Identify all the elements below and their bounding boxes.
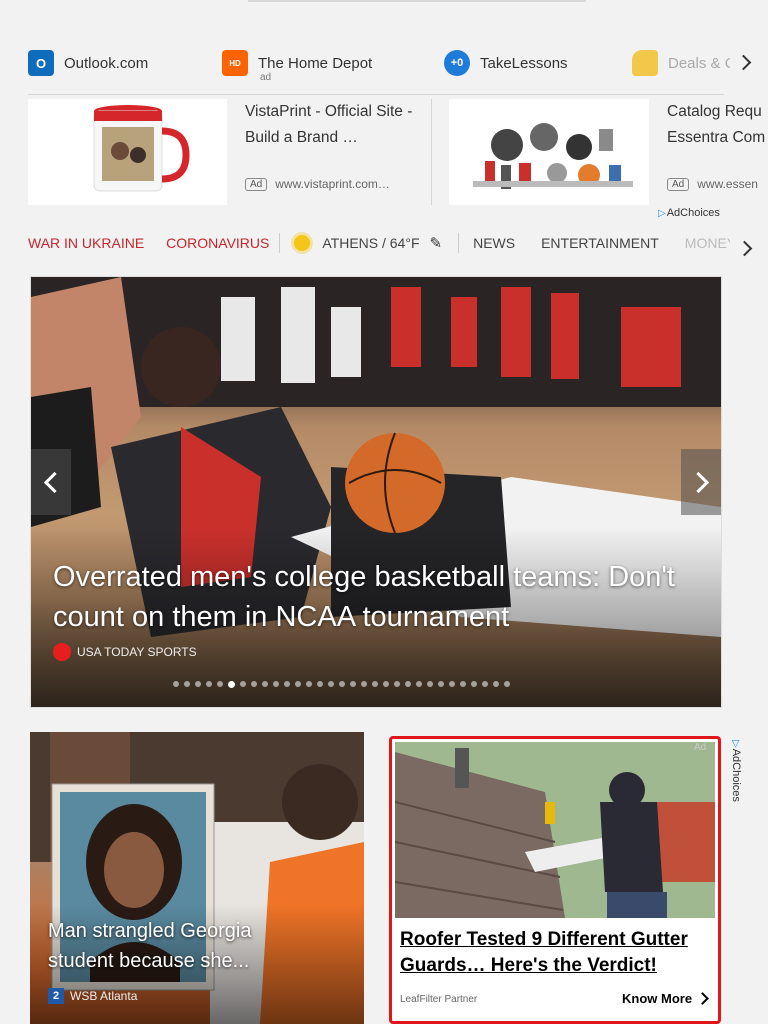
ad-url: www.vistaprint.com… — [275, 177, 390, 191]
hero-title[interactable]: Overrated men's college basketball teams… — [53, 557, 693, 637]
adchoices-icon: ▷ — [658, 207, 666, 219]
carousel-dot[interactable] — [493, 681, 499, 687]
nav-war-in-ukraine[interactable]: WAR IN UKRAINE — [28, 235, 144, 251]
quick-link-label: Deals & C — [668, 54, 736, 72]
ad-title-vistaprint[interactable]: VistaPrint - Official Site - Build a Bra… — [245, 99, 417, 151]
adchoices-icon: ▷ — [730, 740, 742, 748]
carousel-dot[interactable] — [173, 681, 179, 687]
carousel-dot[interactable] — [251, 681, 257, 687]
carousel-next-button[interactable] — [681, 449, 721, 515]
carousel-dot[interactable] — [361, 681, 367, 687]
nav-news[interactable]: NEWS — [473, 235, 515, 251]
carousel-dot[interactable] — [504, 681, 510, 687]
sponsored-card-image — [395, 742, 715, 918]
carousel-dot[interactable] — [394, 681, 400, 687]
hero-source[interactable]: USA TODAY SPORTS — [53, 643, 197, 661]
nav-entertainment[interactable]: ENTERTAINMENT — [541, 235, 659, 251]
hero-carousel[interactable]: Overrated men's college basketball teams… — [30, 276, 722, 708]
carousel-dot[interactable] — [383, 681, 389, 687]
carousel-indicators[interactable] — [173, 681, 510, 688]
pencil-icon[interactable]: ✎ — [430, 234, 443, 252]
ad-title-essentra[interactable]: Catalog Requ Essentra Com — [667, 99, 768, 151]
carousel-prev-button[interactable] — [31, 449, 71, 515]
home-depot-icon: HD — [222, 50, 248, 76]
sponsored-card-title[interactable]: Roofer Tested 9 Different Gutter Guards…… — [400, 927, 710, 979]
carousel-dot[interactable] — [460, 681, 466, 687]
carousel-dot[interactable] — [471, 681, 477, 687]
divider — [458, 233, 460, 253]
ad-badge: Ad — [667, 177, 690, 191]
sponsor-name: LeafFilter Partner — [400, 994, 478, 1005]
parts-image — [473, 123, 633, 189]
ad-label: ad — [260, 72, 272, 83]
wsb-logo-icon: 2 — [48, 988, 64, 1004]
quick-link-label: Outlook.com — [64, 54, 149, 72]
know-more-button[interactable]: Know More — [622, 991, 709, 1006]
carousel-dot[interactable] — [195, 681, 201, 687]
carousel-dot[interactable] — [262, 681, 268, 687]
quick-links-next-button[interactable] — [730, 52, 756, 72]
nav-coronavirus[interactable]: CORONAVIRUS — [166, 235, 269, 251]
ad-url-vistaprint[interactable]: Ad www.vistaprint.com… — [245, 177, 417, 191]
carousel-dot[interactable] — [372, 681, 378, 687]
carousel-dot[interactable] — [284, 681, 290, 687]
divider — [279, 233, 281, 253]
ad-label: Ad — [694, 742, 707, 753]
carousel-dot[interactable] — [317, 681, 323, 687]
divider — [431, 99, 432, 205]
carousel-dot[interactable] — [273, 681, 279, 687]
nav-money[interactable]: MONEY — [685, 235, 736, 251]
category-nav: WAR IN UKRAINE CORONAVIRUS ATHENS / 64°F… — [28, 228, 758, 258]
chevron-left-icon — [43, 471, 65, 493]
nav-weather[interactable]: ATHENS / 64°F — [322, 235, 419, 251]
quick-link-outlook[interactable]: O Outlook.com — [28, 44, 148, 82]
quick-link-label: The Home Depot — [258, 54, 373, 72]
carousel-dot[interactable] — [438, 681, 444, 687]
carousel-dot[interactable] — [206, 681, 212, 687]
carousel-dot[interactable] — [339, 681, 345, 687]
news-card-source[interactable]: 2 WSB Atlanta — [48, 988, 137, 1004]
ad-image-parts[interactable] — [449, 99, 649, 205]
news-card[interactable]: Man strangled Georgia student because sh… — [30, 732, 364, 1024]
ad-url: www.essen — [697, 177, 758, 191]
mug-image — [93, 105, 190, 192]
carousel-dot[interactable] — [427, 681, 433, 687]
carousel-dot[interactable] — [449, 681, 455, 687]
chevron-right-icon — [696, 992, 709, 1005]
adchoices-vertical[interactable]: ▷ AdChoices — [722, 740, 748, 810]
quick-link-home-depot[interactable]: HD The Home Depot ad — [222, 44, 373, 83]
carousel-dot[interactable] — [228, 681, 235, 688]
news-card-title[interactable]: Man strangled Georgia student because sh… — [48, 916, 298, 976]
nav-next-button[interactable] — [730, 234, 758, 262]
divider — [28, 94, 724, 95]
usa-today-icon — [53, 643, 71, 661]
quick-link-takelessons[interactable]: +0 TakeLessons — [444, 44, 568, 82]
top-bar — [248, 0, 586, 2]
deals-tag-icon — [632, 50, 658, 76]
outlook-icon: O — [28, 50, 54, 76]
sun-icon — [294, 235, 311, 251]
chevron-right-icon — [687, 471, 709, 493]
carousel-dot[interactable] — [217, 681, 223, 687]
carousel-dot[interactable] — [482, 681, 488, 687]
quick-link-label: TakeLessons — [480, 54, 568, 72]
carousel-dot[interactable] — [184, 681, 190, 687]
sponsored-card[interactable]: Ad Roofer Tested 9 Different Gutter Guar… — [389, 736, 721, 1024]
adchoices-link[interactable]: ▷ AdChoices — [658, 207, 720, 219]
carousel-dot[interactable] — [405, 681, 411, 687]
carousel-dot[interactable] — [416, 681, 422, 687]
carousel-dot[interactable] — [295, 681, 301, 687]
ad-badge: Ad — [245, 177, 268, 191]
takelessons-icon: +0 — [444, 50, 470, 76]
carousel-dot[interactable] — [306, 681, 312, 687]
ad-url-essentra[interactable]: Ad www.essen — [667, 177, 768, 191]
chevron-right-icon — [735, 54, 751, 70]
carousel-dot[interactable] — [240, 681, 246, 687]
quick-link-deals[interactable]: Deals & C — [632, 44, 736, 82]
ad-image-mug[interactable] — [28, 99, 227, 205]
chevron-right-icon — [736, 240, 752, 256]
carousel-dot[interactable] — [328, 681, 334, 687]
carousel-dot[interactable] — [350, 681, 356, 687]
